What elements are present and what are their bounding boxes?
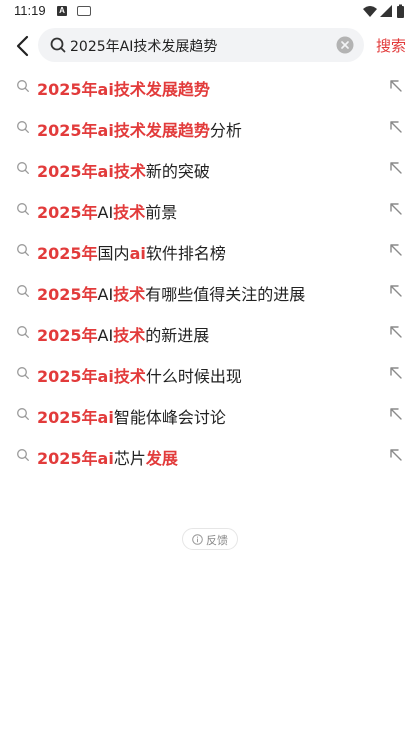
suggestion-term: 芯片 [113,449,146,468]
search-icon [17,162,29,174]
search-icon [17,285,29,297]
arrow-up-left-icon[interactable] [388,283,404,299]
search-icon [17,408,29,420]
suggestion-text: 2025年ai智能体峰会讨论 [37,404,226,428]
suggestion-text: 2025年AI技术前景 [37,199,177,223]
suggestion-text: 2025年AI技术的新进展 [37,322,209,346]
highlighted-term: 2025年 [37,203,98,222]
suggestion-term: 国内 [97,244,130,263]
suggestion-text: 2025年AI技术有哪些值得关注的进展 [37,281,305,305]
keyboard-icon [77,6,91,16]
suggestion-text: 2025年ai技术发展趋势分析 [37,117,242,141]
suggestion-item[interactable]: 2025年ai技术发展趋势 [0,66,420,107]
suggestion-item[interactable]: 2025年ai技术什么时候出现 [0,353,420,394]
clear-icon[interactable] [336,36,354,54]
suggestion-item[interactable]: 2025年ai技术发展趋势分析 [0,107,420,148]
suggestion-item[interactable]: 2025年AI技术有哪些值得关注的进展 [0,271,420,312]
search-header: 2025年AI技术发展趋势 搜索 [0,26,420,66]
arrow-up-left-icon[interactable] [388,78,404,94]
search-icon [17,326,29,338]
suggestion-item[interactable]: 2025年ai技术新的突破 [0,148,420,189]
suggestion-term: AI [97,326,114,345]
search-icon [17,203,29,215]
highlighted-term: 2025年ai [37,449,114,468]
arrow-up-left-icon[interactable] [388,160,404,176]
search-icon [17,121,29,133]
highlighted-term: 发展 [145,449,178,468]
highlighted-term: 2025年ai技术发展趋势 [37,121,210,140]
search-input[interactable]: 2025年AI技术发展趋势 [70,36,217,56]
highlighted-term: 2025年ai [37,408,114,427]
suggestion-term: AI [97,285,114,304]
highlighted-term: ai [129,244,146,263]
suggestion-term: 前景 [145,203,178,222]
feedback-label: 反馈 [206,534,228,547]
battery-icon [397,6,404,18]
arrow-up-left-icon[interactable] [388,242,404,258]
search-icon [17,449,29,461]
arrow-up-left-icon[interactable] [388,119,404,135]
feedback-button[interactable]: 反馈 [182,528,238,550]
suggestion-item[interactable]: 2025年ai智能体峰会讨论 [0,394,420,435]
arrow-up-left-icon[interactable] [388,447,404,463]
arrow-up-left-icon[interactable] [388,365,404,381]
suggestion-text: 2025年ai技术发展趋势 [37,76,210,100]
suggestion-term: 新的突破 [145,162,210,181]
highlighted-term: 技术 [113,203,146,222]
suggestion-term: 什么时候出现 [145,367,242,386]
suggestion-text: 2025年ai技术什么时候出现 [37,363,242,387]
highlighted-term: 技术 [113,326,146,345]
suggestion-term: 分析 [209,121,242,140]
highlighted-term: 技术 [113,285,146,304]
suggestion-text: 2025年ai芯片发展 [37,445,178,469]
back-chevron-left-icon[interactable] [12,34,34,58]
suggestion-term: 智能体峰会讨论 [113,408,226,427]
suggestion-item[interactable]: 2025年ai芯片发展 [0,435,420,476]
wifi-icon [363,6,377,17]
suggestion-term: 有哪些值得关注的进展 [145,285,306,304]
search-icon [17,80,29,92]
search-icon [50,37,66,53]
suggestion-item[interactable]: 2025年AI技术前景 [0,189,420,230]
suggestion-text: 2025年ai技术新的突破 [37,158,210,182]
highlighted-term: 2025年 [37,244,98,263]
suggestion-text: 2025年国内ai软件排名榜 [37,240,226,264]
suggestion-list: 2025年ai技术发展趋势 2025年ai技术发展趋势分析 2025年ai技术新的突… [0,66,420,476]
search-icon [17,367,29,379]
highlighted-term: 2025年 [37,285,98,304]
suggestion-item[interactable]: 2025年AI技术的新进展 [0,312,420,353]
highlighted-term: 2025年ai技术 [37,367,146,386]
status-time: 11:19 [14,3,46,18]
arrow-up-left-icon[interactable] [388,201,404,217]
info-icon [192,534,203,545]
suggestion-term: AI [97,203,114,222]
arrow-up-left-icon[interactable] [388,324,404,340]
search-icon [17,244,29,256]
suggestion-term: 的新进展 [145,326,210,345]
suggestion-item[interactable]: 2025年国内ai软件排名榜 [0,230,420,271]
search-box[interactable]: 2025年AI技术发展趋势 [38,28,364,62]
search-submit-button[interactable]: 搜索 [376,35,406,56]
arrow-up-left-icon[interactable] [388,406,404,422]
highlighted-term: 2025年ai技术发展趋势 [37,80,210,99]
highlighted-term: 2025年 [37,326,98,345]
signal-icon [380,5,392,17]
highlighted-term: 2025年ai技术 [37,162,146,181]
status-icons [363,4,404,18]
notification-badge-icon: A [57,6,67,16]
status-bar: 11:19 A [0,0,420,24]
suggestion-term: 软件排名榜 [145,244,226,263]
